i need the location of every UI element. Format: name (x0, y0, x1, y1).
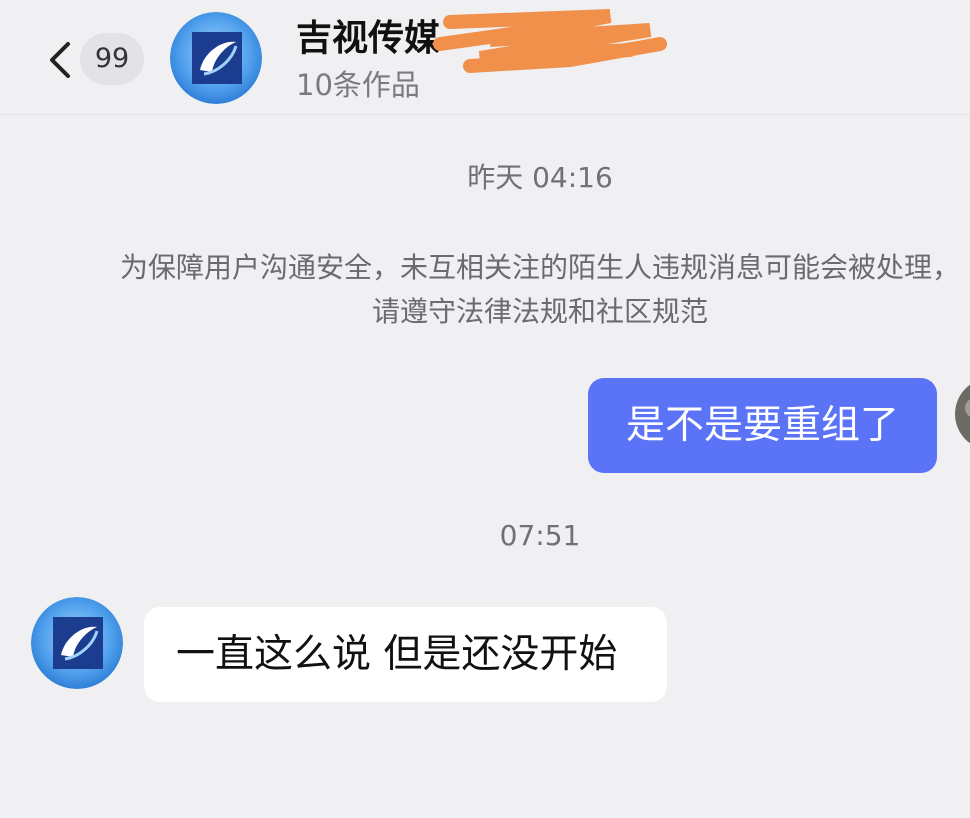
redaction-scribble (433, 9, 667, 73)
chevron-left-icon[interactable] (44, 38, 76, 82)
message-timestamp: 07:51 (499, 519, 581, 552)
contact-avatar[interactable] (170, 12, 262, 104)
works-count[interactable]: 10条作品 (296, 66, 420, 104)
outgoing-message-bubble[interactable]: 是不是要重组了 (588, 378, 937, 473)
company-logo-icon (170, 12, 262, 104)
self-avatar[interactable] (955, 378, 970, 450)
company-logo-icon (31, 597, 123, 689)
sender-avatar[interactable] (31, 597, 123, 689)
safety-notice: 为保障用户沟通安全，未互相关注的陌生人违规消息可能会被处理，请遵守法律法规和社区… (120, 251, 961, 328)
unread-count-badge[interactable]: 99 (80, 33, 144, 85)
message-timestamp: 昨天 04:16 (467, 161, 613, 194)
chat-header: 99 吉视传媒 ~ 10条作品 (0, 0, 970, 115)
incoming-message-bubble[interactable]: 一直这么说 但是还没开始 (144, 607, 667, 702)
